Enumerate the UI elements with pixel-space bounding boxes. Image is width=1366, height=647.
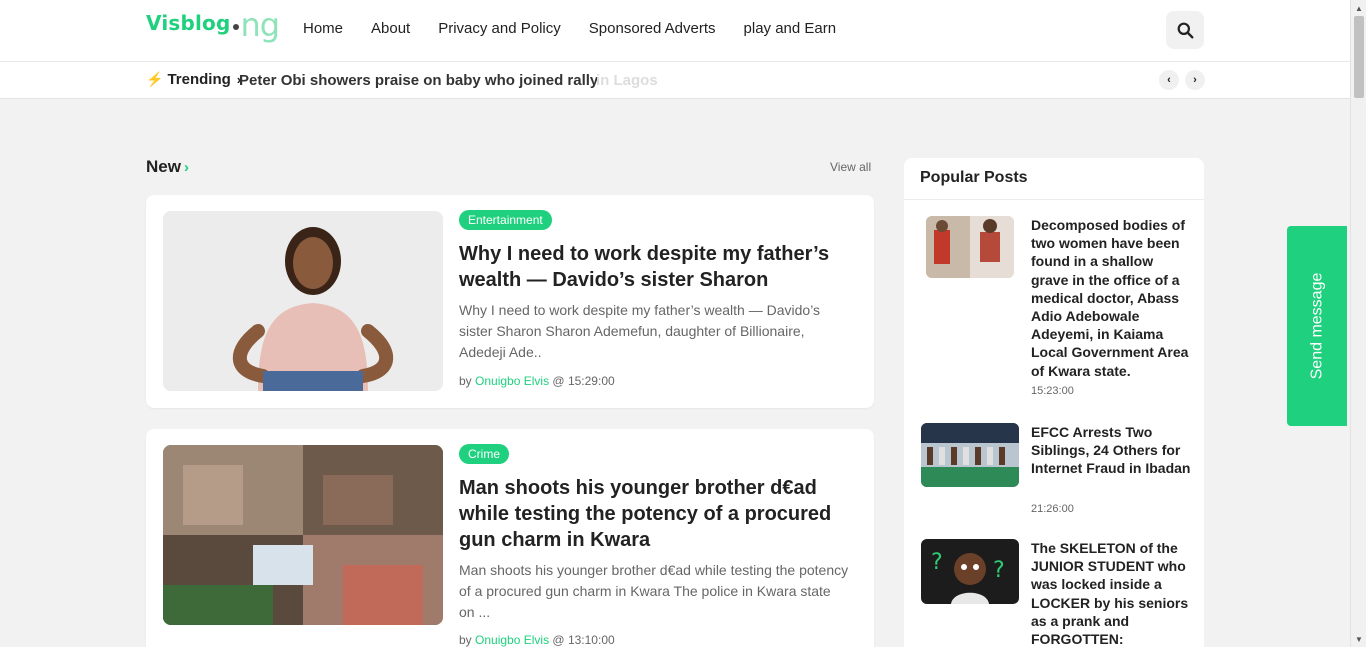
trending-prev-button[interactable]: ‹ (1159, 70, 1179, 90)
trending-bar: ⚡ Trending › Peter Obi showers praise on… (0, 62, 1350, 99)
post-title[interactable]: Man shoots his younger brother d€ad whil… (459, 475, 854, 553)
post-author[interactable]: Onuigbo Elvis (475, 633, 549, 647)
chevron-right-icon: › (183, 158, 189, 176)
category-badge[interactable]: Crime (459, 444, 509, 464)
nav-about[interactable]: About (371, 19, 410, 39)
popular-post-item: EFCC Arrests Two Siblings, 24 Others for… (921, 423, 1191, 519)
popular-posts-widget: Popular Posts Decomposed bodies of two w… (904, 158, 1204, 647)
send-message-label: Send message (1308, 272, 1326, 380)
trending-next-button[interactable]: › (1185, 70, 1205, 90)
search-button[interactable] (1166, 11, 1204, 49)
post-meta: by Onuigbo Elvis @ 15:29:00 (459, 374, 615, 388)
popular-post-thumbnail[interactable] (921, 423, 1019, 487)
trending-next-headline: in Lagos (596, 72, 658, 89)
trending-text: Trending (167, 71, 231, 88)
popular-post-title[interactable]: Decomposed bodies of two women have been… (1031, 216, 1191, 380)
nav-privacy[interactable]: Privacy and Policy (438, 19, 561, 39)
logo-tld: ng (240, 6, 281, 44)
trending-controls: ‹ › (1159, 70, 1205, 90)
popular-post-time: 15:23:00 (1031, 385, 1074, 397)
chevron-right-icon: › (1193, 74, 1197, 86)
post-title[interactable]: Why I need to work despite my father’s w… (459, 241, 854, 293)
post-meta-at: @ (552, 374, 565, 388)
section-title: New › (146, 157, 189, 177)
post-excerpt: Man shoots his younger brother d€ad whil… (459, 562, 849, 620)
site-header: Visblog ng Home About Privacy and Policy… (0, 0, 1350, 62)
nav-home[interactable]: Home (303, 19, 343, 39)
section-title-text: New (146, 157, 181, 176)
svg-text:?: ? (931, 550, 943, 575)
post-time: 13:10:00 (567, 633, 615, 647)
bolt-icon: ⚡ (146, 71, 164, 87)
post-meta-by: by (459, 633, 472, 647)
logo-text: Visblog (146, 11, 231, 35)
post-meta-at: @ (552, 633, 565, 647)
svg-text:?: ? (993, 558, 1005, 583)
trending-headline[interactable]: Peter Obi showers praise on baby who joi… (239, 72, 598, 89)
page-scrollbar[interactable]: ▲ ▼ (1350, 0, 1366, 647)
post-card: Entertainment Why I need to work despite… (146, 195, 874, 408)
post-card: Crime Man shoots his younger brother d€a… (146, 429, 874, 647)
post-time: 15:29:00 (567, 374, 615, 388)
popular-post-time: 21:26:00 (1031, 503, 1074, 515)
category-badge[interactable]: Entertainment (459, 210, 552, 230)
popular-post-item: Decomposed bodies of two women have been… (921, 216, 1191, 406)
nav-sponsored-adverts[interactable]: Sponsored Adverts (589, 19, 716, 39)
search-icon (1177, 22, 1193, 38)
site-logo[interactable]: Visblog ng (146, 6, 281, 50)
popular-post-title[interactable]: The SKELETON of the JUNIOR STUDENT who w… (1031, 539, 1191, 647)
post-author[interactable]: Onuigbo Elvis (475, 374, 549, 388)
scrollbar-thumb[interactable] (1354, 16, 1364, 98)
chevron-left-icon: ‹ (1167, 74, 1171, 86)
post-excerpt: Why I need to work despite my father’s w… (459, 302, 821, 360)
post-meta: by Onuigbo Elvis @ 13:10:00 (459, 633, 615, 647)
trending-label: ⚡ Trending › (146, 71, 241, 88)
nav-play-and-earn[interactable]: play and Earn (744, 19, 837, 39)
main-nav: Home About Privacy and Policy Sponsored … (303, 19, 836, 39)
logo-dot-icon (232, 24, 239, 30)
popular-posts-title: Popular Posts (904, 158, 1204, 200)
post-thumbnail[interactable] (163, 211, 443, 391)
post-thumbnail[interactable] (163, 445, 443, 625)
popular-post-thumbnail[interactable] (926, 216, 1014, 278)
post-meta-by: by (459, 374, 472, 388)
popular-post-item: ? ? The SKELETON of the JUNIOR STUDENT w… (921, 539, 1191, 647)
popular-post-title[interactable]: EFCC Arrests Two Siblings, 24 Others for… (1031, 423, 1191, 478)
view-all-link[interactable]: View all (830, 160, 871, 174)
popular-post-thumbnail[interactable]: ? ? (921, 539, 1019, 604)
send-message-button[interactable]: Send message (1287, 226, 1347, 426)
scroll-up-arrow-icon[interactable]: ▲ (1351, 0, 1366, 16)
scroll-down-arrow-icon[interactable]: ▼ (1351, 631, 1366, 647)
